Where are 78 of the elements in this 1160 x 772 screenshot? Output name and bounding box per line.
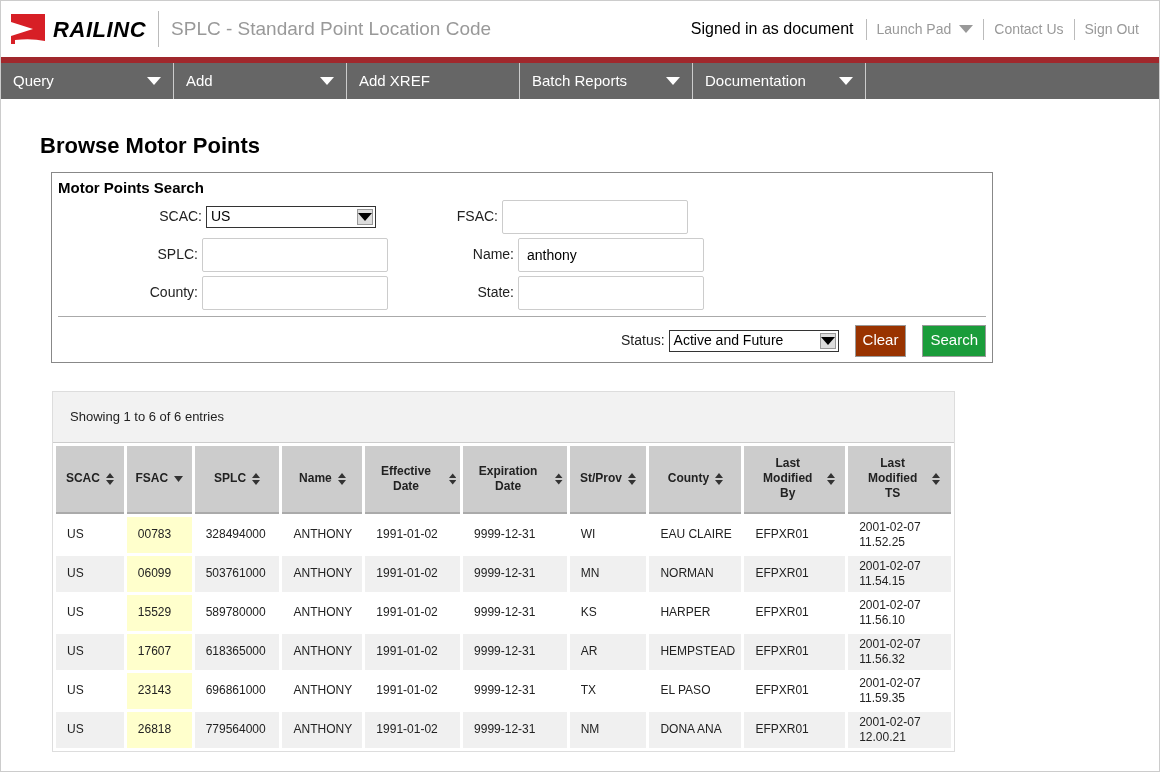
state-field[interactable]: [518, 275, 704, 310]
table-cell: ANTHONY: [282, 633, 363, 670]
table-cell: 2001-02-07 11.54.15: [848, 555, 951, 592]
clear-button[interactable]: Clear: [854, 324, 907, 357]
caret-icon: [959, 25, 974, 33]
caret-icon: [839, 77, 853, 85]
caret-icon: [147, 77, 161, 85]
field-label: Name:: [472, 245, 514, 264]
table-cell: ANTHONY: [282, 555, 363, 592]
splc-field[interactable]: [202, 237, 388, 272]
nav-menu-item[interactable]: Add XREF: [347, 63, 520, 99]
field-label: SCAC:: [159, 207, 202, 226]
name-field[interactable]: anthony: [518, 237, 704, 272]
table-cell: EFPXR01: [744, 711, 846, 748]
column-header[interactable]: Expiration Date: [463, 445, 567, 514]
table-cell: MN: [569, 555, 647, 592]
table-cell: US: [56, 711, 124, 748]
status-select[interactable]: Active and Future: [668, 329, 839, 352]
table-cell: 9999-12-31: [463, 711, 567, 748]
table-cell: 779564000: [194, 711, 280, 748]
page-title: Browse Motor Points: [40, 132, 261, 160]
table-cell: DONA ANA: [649, 711, 742, 748]
column-header[interactable]: Last Modified TS: [848, 445, 951, 514]
table-cell: 9999-12-31: [463, 633, 567, 670]
county-field[interactable]: [202, 275, 388, 310]
table-cell: 06099: [126, 555, 192, 592]
nav-menu-item[interactable]: Documentation: [693, 63, 866, 99]
fsac-field[interactable]: [502, 199, 688, 234]
column-header[interactable]: Effective Date: [365, 445, 461, 514]
table-cell: 2001-02-07 12.00.21: [848, 711, 951, 748]
column-header[interactable]: SCAC: [56, 445, 124, 514]
field-label: FSAC:: [456, 207, 498, 226]
table-cell: US: [56, 555, 124, 592]
logo-icon: [11, 14, 45, 44]
table-cell: NM: [569, 711, 647, 748]
field-label: State:: [477, 283, 514, 302]
signed-in-text: Signed in as document: [690, 19, 855, 39]
table-cell: HEMPSTEAD: [649, 633, 742, 670]
column-header[interactable]: St/Prov: [569, 445, 647, 514]
field-label: SPLC:: [157, 245, 198, 264]
nav-menu-item[interactable]: Query: [1, 63, 174, 99]
table-cell: US: [56, 633, 124, 670]
table-cell: 1991-01-02: [365, 633, 461, 670]
nav-menu-item[interactable]: Add: [174, 63, 347, 99]
logo-text: RAILINC: [53, 15, 147, 44]
column-header[interactable]: Last Modified By: [744, 445, 846, 514]
table-cell: 1991-01-02: [365, 555, 461, 592]
table-cell: 17607: [126, 633, 192, 670]
table-cell: 00783: [126, 516, 192, 553]
caret-icon: [320, 77, 334, 85]
table-cell: AR: [569, 633, 647, 670]
field-label: County:: [149, 283, 198, 302]
table-cell: 2001-02-07 11.56.32: [848, 633, 951, 670]
table-cell: 9999-12-31: [463, 555, 567, 592]
table-cell: 15529: [126, 594, 192, 631]
dropdown-caret-icon: [358, 212, 372, 221]
search-button[interactable]: Search: [922, 324, 986, 357]
caret-icon: [666, 77, 680, 85]
scac-select[interactable]: US: [206, 205, 376, 228]
entries-info: Showing 1 to 6 of 6 entries: [69, 407, 225, 426]
table-cell: 618365000: [194, 633, 280, 670]
column-header[interactable]: County: [649, 445, 742, 514]
table-cell: NORMAN: [649, 555, 742, 592]
table-cell: EFPXR01: [744, 555, 846, 592]
dropdown-caret-icon: [820, 336, 835, 345]
app-title: SPLC - Standard Point Location Code: [171, 16, 492, 41]
column-header[interactable]: Name: [282, 445, 363, 514]
table-cell: EFPXR01: [744, 633, 846, 670]
table-cell: 1991-01-02: [365, 711, 461, 748]
search-panel-title: Motor Points Search: [58, 178, 205, 198]
column-header[interactable]: FSAC: [126, 445, 192, 514]
table-cell: 503761000: [194, 555, 280, 592]
field-label: Status:: [621, 331, 665, 350]
table-cell: 26818: [126, 711, 192, 748]
table-cell: 23143: [126, 672, 192, 709]
column-header[interactable]: SPLC: [194, 445, 280, 514]
nav-menu-item[interactable]: Batch Reports: [520, 63, 693, 99]
table-cell: ANTHONY: [282, 711, 363, 748]
